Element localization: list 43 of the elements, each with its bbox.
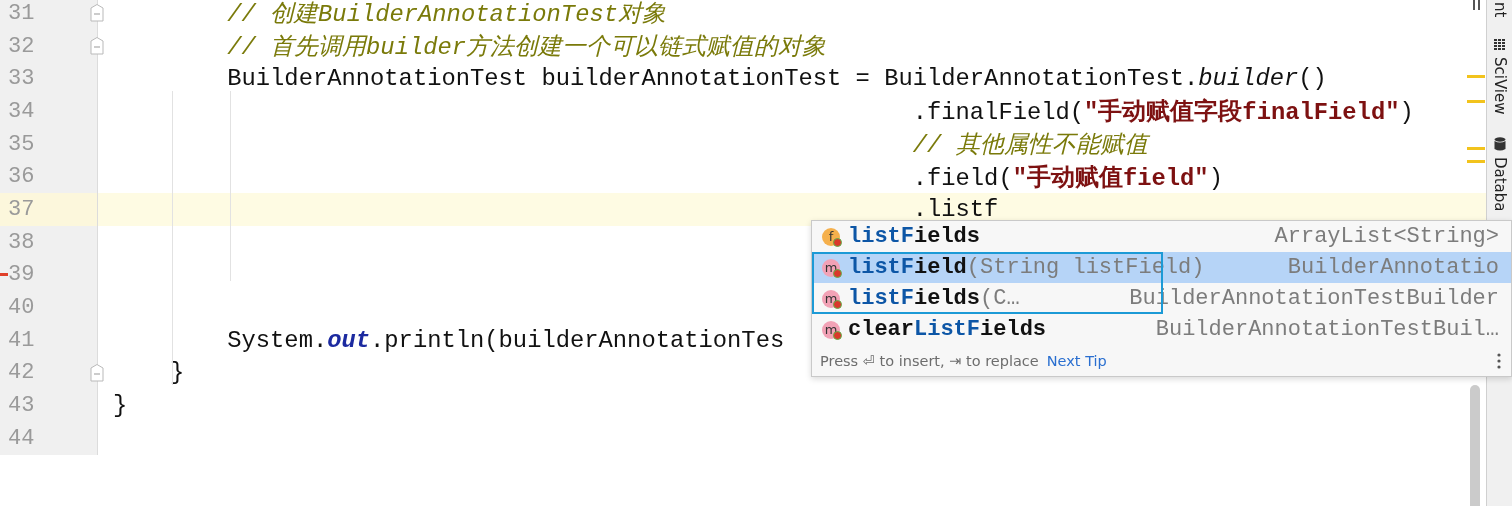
stripe-mark — [1467, 75, 1485, 78]
code-line: } — [112, 392, 128, 420]
line-number: 31 — [8, 0, 35, 26]
line-number: 43 — [8, 393, 35, 419]
code-line: System.out.println(builderAnnotationTes — [226, 326, 785, 354]
fold-icon[interactable] — [90, 363, 104, 382]
stripe-mark — [1467, 147, 1485, 150]
menu-icon[interactable] — [1473, 0, 1481, 12]
line-number: 32 — [8, 33, 35, 59]
line-number: 41 — [8, 327, 35, 353]
line-number: 42 — [8, 360, 35, 386]
line-number: 44 — [8, 425, 35, 451]
line-number: 40 — [8, 295, 35, 321]
line-number: 35 — [8, 131, 35, 157]
grid-icon — [1493, 39, 1506, 52]
line-number: 33 — [8, 66, 35, 92]
code-line: // 创建BuilderAnnotationTest对象 — [226, 0, 666, 30]
line-number: 38 — [8, 229, 35, 255]
stripe-mark — [1467, 100, 1485, 103]
tool-window-tab[interactable]: Databa — [1490, 136, 1509, 212]
code-line: // 首先调用builder方法创建一个可以链式赋值的对象 — [226, 33, 827, 63]
stripe-mark — [1467, 160, 1485, 163]
fold-icon[interactable] — [90, 37, 104, 56]
line-number: 36 — [8, 164, 35, 190]
code-line: .finalField("手动赋值字段finalField") — [911, 97, 1414, 128]
completion-item[interactable]: f listFields ArrayList<String> — [812, 221, 1511, 252]
line-number: 39 — [8, 262, 35, 288]
code-line: BuilderAnnotationTest builderAnnotationTest = BuilderAnnotationTest.builder() — [226, 65, 1327, 93]
tool-window-tab[interactable]: SciView — [1490, 39, 1509, 115]
scrollbar-thumb[interactable] — [1470, 385, 1480, 506]
code-line: .listf — [911, 195, 999, 223]
change-marker — [0, 273, 8, 277]
next-tip-link[interactable]: Next Tip — [1046, 352, 1107, 369]
code-line: // 其他属性不能赋值 — [911, 131, 1148, 161]
database-icon — [1493, 136, 1506, 151]
more-icon[interactable] — [1497, 352, 1501, 369]
code-line: .field("手动赋值field") — [911, 163, 1223, 193]
tool-window-tab[interactable]: nt — [1490, 2, 1509, 18]
line-number: 34 — [8, 98, 35, 124]
fold-icon[interactable] — [90, 4, 104, 23]
field-icon: f — [822, 227, 840, 246]
hint-text: Press ⏎ to insert, ⇥ to replace — [820, 352, 1039, 369]
line-number: 37 — [8, 196, 35, 222]
